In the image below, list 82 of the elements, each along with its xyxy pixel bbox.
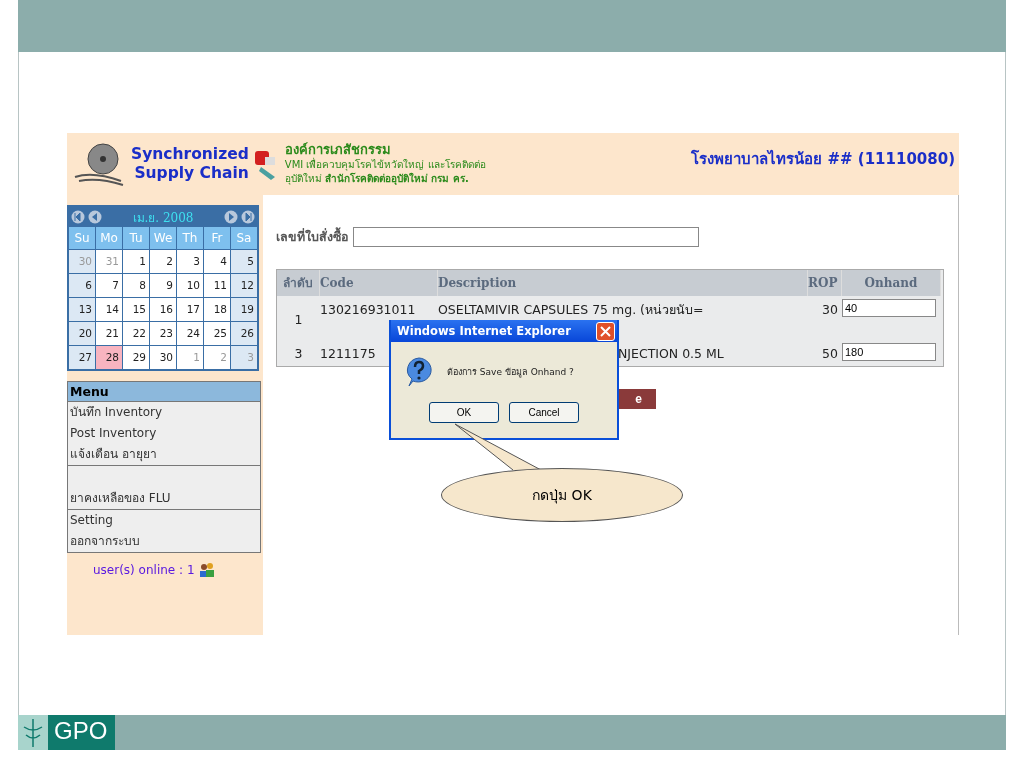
users-icon [198, 563, 215, 577]
calendar-day[interactable]: 4 [204, 250, 230, 273]
calendar-day[interactable]: 23 [150, 322, 176, 345]
menu-item[interactable]: Setting [68, 510, 260, 531]
calendar-day[interactable]: 3 [177, 250, 203, 273]
close-button[interactable] [596, 321, 615, 341]
order-number-field[interactable] [353, 227, 699, 247]
calendar-day[interactable]: 11 [204, 274, 230, 297]
column-header: Description [438, 270, 808, 296]
table-cell-text: OSELTAMIVIR CAPSULES 75 mg. (หน่วยนับ= [438, 301, 705, 319]
column-header: ลำดับ [277, 270, 320, 296]
weekday-label: We [150, 227, 176, 249]
calendar-day[interactable]: 13 [69, 298, 95, 321]
calendar-day[interactable]: 28 [96, 346, 122, 369]
table-cell-text: 130216931011 [320, 301, 417, 319]
table-cell-text: NJECTION 0.5 ML [617, 345, 725, 363]
dialog-title: Windows Internet Explorer [397, 324, 572, 338]
first-icon[interactable] [71, 210, 85, 224]
calendar-day[interactable]: 18 [204, 298, 230, 321]
hospital-name: โรงพยาบาลไทรน้อย ## (11110080) [691, 148, 955, 170]
menu-item[interactable]: แจ้งเตือน อายุยา [68, 444, 260, 465]
column-header: Code [320, 270, 438, 296]
table-cell-text: 30 [821, 301, 839, 319]
calendar-day[interactable]: 16 [150, 298, 176, 321]
menu-title: Menu [68, 382, 260, 402]
users-online-text: user(s) online : 1 [93, 563, 195, 577]
calendar-day[interactable]: 7 [96, 274, 122, 297]
calendar-day[interactable]: 15 [123, 298, 149, 321]
table-cell-text: 3 [293, 345, 304, 363]
table-cell-text: 1211175 [320, 345, 377, 363]
weekday-label: Fr [204, 227, 230, 249]
organization-subtitle: อุบัติใหม่ สำนักโรคติดต่ออุบัติใหม่ กรม คร. [284, 172, 470, 186]
weekday-label: Th [177, 227, 203, 249]
table-cell-text: 1 [293, 311, 304, 329]
calendar-day[interactable]: 6 [69, 274, 95, 297]
month-label: เม.ย. 2008 [131, 209, 195, 227]
column-header: Onhand [842, 270, 941, 296]
app-title: Supply Chain [134, 164, 249, 183]
menu-item[interactable]: บันทึก Inventory [68, 402, 260, 423]
weekday-label: Su [69, 227, 95, 249]
calendar-day[interactable]: 8 [123, 274, 149, 297]
calendar-day[interactable]: 9 [150, 274, 176, 297]
calendar-day[interactable]: 2 [150, 250, 176, 273]
calendar-day[interactable]: 10 [177, 274, 203, 297]
calendar-day[interactable]: 14 [96, 298, 122, 321]
table-cell-text: 50 [821, 345, 839, 363]
calendar-day[interactable]: 30 [150, 346, 176, 369]
weekday-label: Mo [96, 227, 122, 249]
app-title: Synchronized [131, 145, 249, 164]
dialog-message: ต้องการ Save ข้อมูล Onhand ? [447, 366, 574, 379]
calendar-day[interactable]: 20 [69, 322, 95, 345]
weekday-label: Tu [123, 227, 149, 249]
calendar-day[interactable]: 29 [123, 346, 149, 369]
calendar-day[interactable]: 1 [123, 250, 149, 273]
organization-name: องค์การเภสัชกรรม [284, 142, 392, 157]
calendar-day[interactable]: 24 [177, 322, 203, 345]
onhand-field[interactable]: 40 [842, 299, 936, 317]
menu-item[interactable]: Post Inventory [68, 423, 260, 444]
close-icon [600, 325, 611, 337]
order-number-label: เลขที่ใบสั่งซื้อ [276, 227, 349, 246]
calendar-day[interactable]: 25 [204, 322, 230, 345]
menu-item[interactable]: ออกจากระบบ [68, 531, 260, 552]
calendar-day[interactable]: 19 [231, 298, 257, 321]
dialog-button[interactable]: Cancel [509, 402, 579, 423]
calendar-day[interactable]: 26 [231, 322, 257, 345]
calendar-day[interactable]: 12 [231, 274, 257, 297]
calendar-day[interactable]: 5 [231, 250, 257, 273]
weekday-label: Sa [231, 227, 257, 249]
previous-icon[interactable] [88, 210, 102, 224]
next-icon[interactable] [224, 210, 238, 224]
last-icon[interactable] [241, 210, 255, 224]
calendar-day[interactable]: 27 [69, 346, 95, 369]
column-header: ROP [808, 270, 842, 296]
organization-subtitle: VMI เพื่อควบคุมโรคไข้หวัดใหญ่ และโรคติดต่อ [284, 158, 486, 172]
dialog-button[interactable]: OK [429, 402, 499, 423]
menu-item[interactable]: ยาคงเหลือของ FLU [68, 488, 260, 509]
calendar-day[interactable]: 22 [123, 322, 149, 345]
calendar-day[interactable]: 21 [96, 322, 122, 345]
onhand-field[interactable]: 180 [842, 343, 936, 361]
calendar-day[interactable]: 17 [177, 298, 203, 321]
gpo-logo: GPO [18, 715, 115, 750]
callout-text: กดปุ่ม OK [532, 486, 592, 506]
